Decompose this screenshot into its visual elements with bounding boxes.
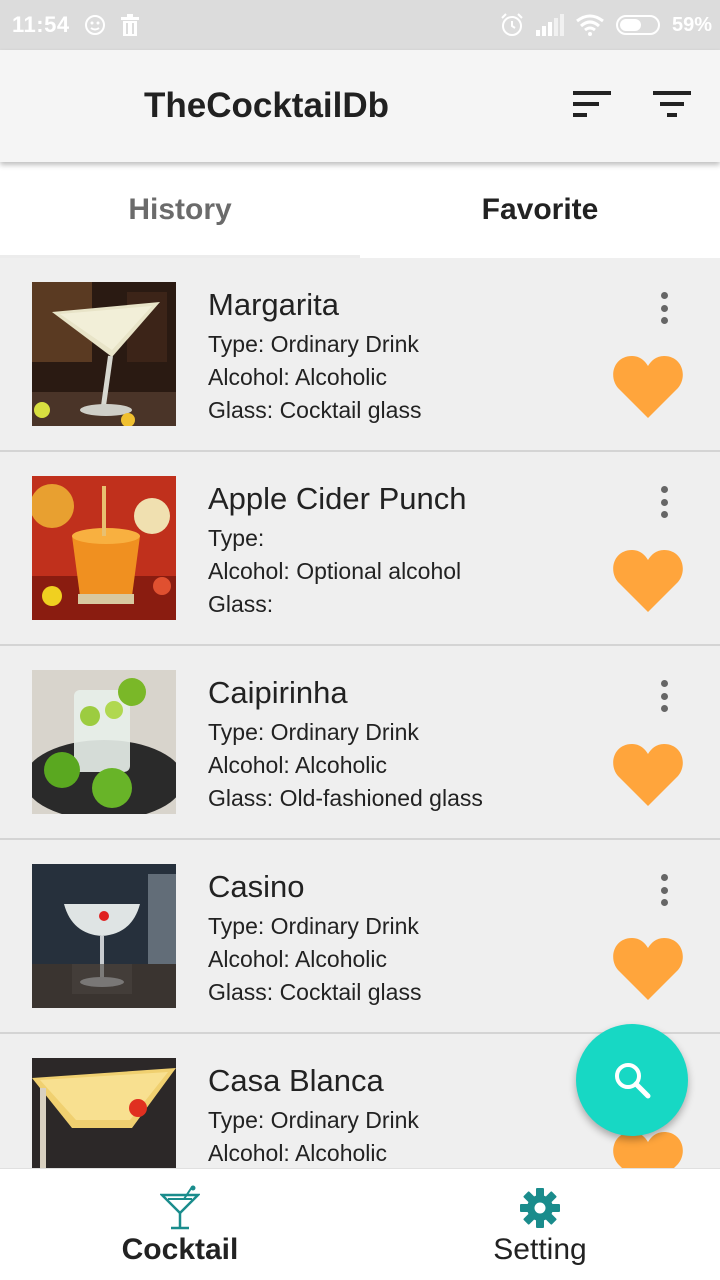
more-dot [660,692,668,700]
drink-thumbnail [32,864,176,1008]
battery-fill [619,19,642,31]
gear-icon [519,1185,561,1231]
more-dot [660,498,668,506]
more-options-button[interactable] [648,288,680,328]
bottom-navigation: Cocktail Setting [0,1168,720,1280]
drink-thumbnail [32,476,176,620]
more-options-button[interactable] [648,482,680,522]
drink-glass: Glass: Cocktail glass [208,397,422,423]
sort-button[interactable] [570,86,614,126]
search-icon [615,1063,651,1099]
tab-history[interactable]: History [0,162,360,258]
tab-indicator [0,255,360,258]
more-dot [660,317,668,324]
drink-type: Type: Ordinary Drink [208,913,419,939]
drink-thumbnail [32,1058,176,1168]
status-time: 11:54 [12,12,70,37]
tab-favorite[interactable]: Favorite [360,162,720,258]
filter-icon [653,90,691,122]
more-vert-icon [660,874,668,881]
nav-setting-label: Setting [493,1233,587,1266]
more-vert-icon [660,486,668,493]
more-options-button[interactable] [648,870,680,910]
more-options-button[interactable] [648,676,680,716]
more-vert-icon [660,292,668,299]
signal-icon [535,14,564,36]
drink-alcohol: Alcohol: Alcoholic [208,364,387,390]
more-dot [660,886,668,894]
drink-name: Margarita [208,287,339,322]
heart-icon [613,938,683,1000]
heart-icon [613,1132,683,1168]
app-bar: TheCocktailDb [0,50,720,162]
drink-thumbnail [32,670,176,814]
drink-alcohol: Alcohol: Optional alcohol [208,558,462,584]
favorite-button[interactable] [612,354,684,420]
app-title: TheCocktailDb [144,86,390,125]
more-dot [660,899,668,906]
cocktail-icon [160,1185,200,1231]
sort-icon [573,90,611,122]
drink-name: Casino [208,869,305,904]
list-item[interactable]: Apple Cider Punch Type: Alcohol: Optiona… [0,452,720,646]
heart-icon [613,550,683,612]
drink-name: Caipirinha [208,675,348,710]
nav-setting[interactable]: Setting [360,1169,720,1280]
drink-name: Casa Blanca [208,1063,384,1098]
drink-name: Apple Cider Punch [208,481,467,516]
face-icon [84,14,106,36]
search-fab[interactable] [576,1024,688,1136]
list-item[interactable]: Margarita Type: Ordinary Drink Alcohol: … [0,258,720,452]
alarm-icon [500,13,524,37]
favorite-button[interactable] [612,1130,684,1168]
wifi-icon [576,14,604,36]
favorite-button[interactable] [612,936,684,1002]
battery-icon [615,15,660,35]
filter-button[interactable] [650,86,694,126]
drink-glass: Glass: Old-fashioned glass [208,785,483,811]
heart-icon [613,356,683,418]
nav-cocktail[interactable]: Cocktail [0,1169,360,1280]
list-item[interactable]: Casino Type: Ordinary Drink Alcohol: Alc… [0,840,720,1034]
drink-type: Type: [208,525,265,551]
drink-glass: Glass: [208,591,274,617]
status-bar: 11:54 59% [0,0,720,50]
more-dot [660,304,668,312]
drink-alcohol: Alcohol: Alcoholic [208,946,387,972]
tab-bar: History Favorite [0,162,720,258]
favorite-button[interactable] [612,742,684,808]
drink-thumbnail [32,282,176,426]
more-vert-icon [660,680,668,687]
drink-alcohol: Alcohol: Alcoholic [208,1140,387,1166]
more-dot [660,705,668,712]
list-item[interactable]: Caipirinha Type: Ordinary Drink Alcohol:… [0,646,720,840]
battery-percent: 59% [671,13,712,36]
drink-glass: Glass: Cocktail glass [208,979,422,1005]
drink-type: Type: Ordinary Drink [208,331,419,357]
heart-icon [613,744,683,806]
trash-icon [120,14,140,36]
drink-type: Type: Ordinary Drink [208,1107,419,1133]
nav-cocktail-label: Cocktail [121,1233,239,1266]
more-dot [660,511,668,518]
drink-type: Type: Ordinary Drink [208,719,419,745]
drink-alcohol: Alcohol: Alcoholic [208,752,387,778]
favorite-button[interactable] [612,548,684,614]
